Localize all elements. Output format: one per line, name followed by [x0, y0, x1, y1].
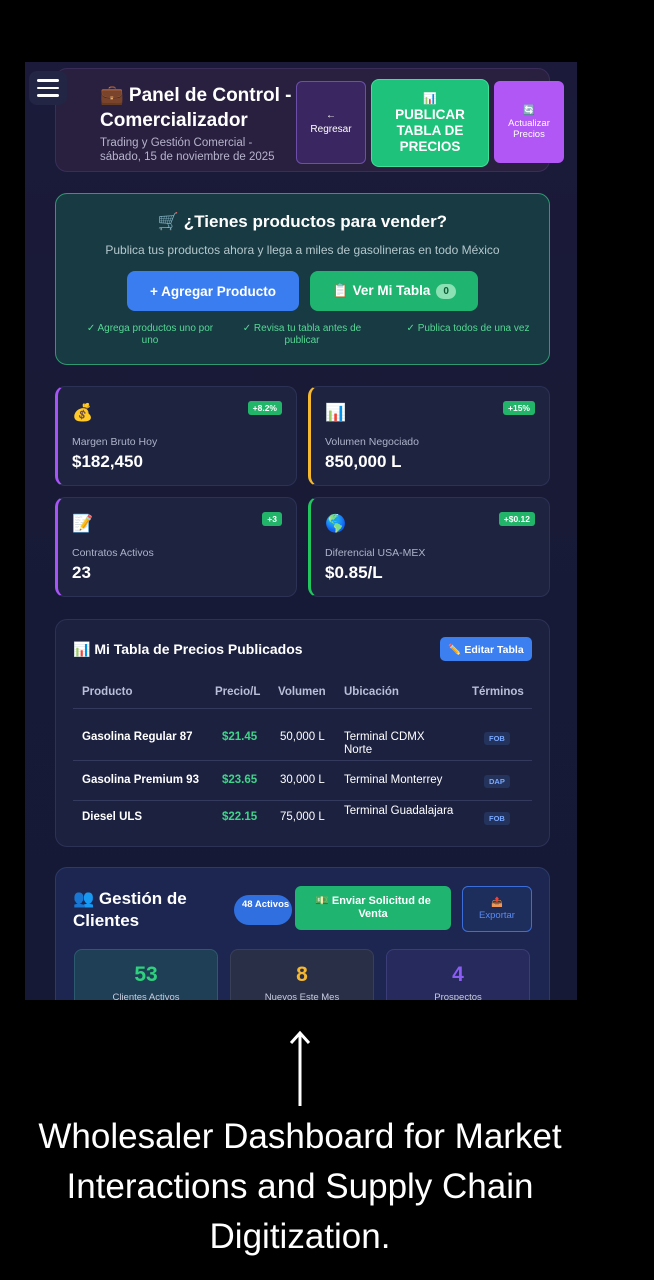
- header-card: 💼 Panel de Control - Comercializador Tra…: [55, 68, 564, 172]
- stat-card-margin: 💰 +8.2% Margen Bruto Hoy $182,450: [55, 386, 297, 486]
- col-header-location: Ubicación: [344, 686, 399, 698]
- client-metric: 53 Clientes Activos: [74, 949, 218, 1000]
- cell-volume: 50,000 L: [280, 731, 325, 743]
- metric-value: 53: [134, 963, 158, 986]
- stat-label: Contratos Activos: [72, 547, 154, 559]
- export-button[interactable]: 📤 Exportar: [462, 886, 532, 932]
- stat-card-volume: 📊 +15% Volumen Negociado 850,000 L: [308, 386, 550, 486]
- cell-product: Diesel ULS: [82, 811, 143, 823]
- hamburger-menu-icon[interactable]: [29, 71, 67, 105]
- back-arrow-icon: ←: [326, 110, 336, 121]
- page-title: 💼 Panel de Control - Comercializador: [100, 85, 292, 131]
- export-label: Exportar: [479, 910, 515, 921]
- update-label: Actualizar Precios: [508, 117, 550, 140]
- cell-price: $21.45: [222, 731, 258, 743]
- add-product-button[interactable]: + Agregar Producto: [127, 271, 299, 311]
- stat-card-contracts: 📝 +3 Contratos Activos 23: [55, 497, 297, 597]
- stat-badge: +3: [262, 512, 282, 526]
- caption: Wholesaler Dashboard for Market Interact…: [38, 1117, 562, 1256]
- cell-product: Gasolina Regular 87: [82, 731, 193, 743]
- back-label: Regresar: [310, 124, 352, 135]
- arrow-up-icon: [289, 1030, 311, 1106]
- price-table-card: 📊 Mi Tabla de Precios Publicados ✏️ Edit…: [55, 619, 550, 847]
- cell-terms: DAP: [484, 775, 510, 788]
- edit-table-button[interactable]: ✏️ Editar Tabla: [440, 637, 532, 661]
- chart-icon: 📊: [423, 93, 437, 105]
- cell-product: Gasolina Premium 93: [82, 774, 199, 786]
- memo-icon: 📝: [72, 514, 94, 533]
- stat-value: 23: [72, 563, 91, 582]
- active-clients-badge: 48 Activos: [234, 895, 292, 925]
- metric-label: Prospectos: [434, 992, 482, 1000]
- cell-volume: 75,000 L: [280, 811, 325, 823]
- view-table-label: 📋 Ver Mi Tabla: [332, 283, 431, 298]
- globe-icon: 🌎: [325, 514, 347, 533]
- terms-badge: FOB: [484, 812, 510, 825]
- terms-badge: DAP: [484, 775, 510, 788]
- stat-label: Diferencial USA-MEX: [325, 547, 426, 559]
- view-my-table-button[interactable]: 📋 Ver Mi Tabla 0: [310, 271, 478, 311]
- col-header-volume: Volumen: [278, 686, 326, 698]
- refresh-icon: 🔄: [523, 104, 535, 116]
- bar-chart-icon: 📊: [325, 403, 347, 422]
- stat-value: 850,000 L: [325, 452, 402, 471]
- stat-badge: +15%: [503, 401, 535, 415]
- cell-location: Terminal Guadalajara: [344, 805, 454, 817]
- clients-title: 👥 Gestión de Clientes: [73, 889, 187, 930]
- publish-label: PUBLICAR TABLA DE PRECIOS: [395, 107, 465, 154]
- sell-title: 🛒 ¿Tienes productos para vender?: [157, 212, 448, 231]
- send-label: 💵 Enviar Solicitud de Venta: [315, 895, 431, 920]
- publish-price-table-button[interactable]: 📊 PUBLICAR TABLA DE PRECIOS: [371, 79, 489, 167]
- tip-review: ✓ Revisa tu tabla antes de publicar: [242, 323, 362, 346]
- metric-label: Clientes Activos: [112, 992, 180, 1000]
- sell-subtitle: Publica tus productos ahora y llega a mi…: [105, 243, 500, 257]
- page-subtitle: Trading y Gestión Comercial - sábado, 15…: [100, 137, 275, 163]
- stat-badge: +8.2%: [247, 401, 282, 415]
- terms-badge: FOB: [484, 732, 510, 745]
- export-icon: 📤: [491, 897, 503, 908]
- cell-volume: 30,000 L: [280, 774, 325, 786]
- metric-value: 4: [452, 963, 464, 986]
- clients-card: 👥 Gestión de Clientes 48 Activos 💵 Enviar …: [55, 867, 550, 1000]
- price-table-title: 📊 Mi Tabla de Precios Publicados: [73, 641, 303, 657]
- stat-badge: +$0.12: [498, 512, 535, 526]
- sell-products-card: 🛒 ¿Tienes productos para vender? Publica…: [55, 193, 550, 365]
- cell-price: $22.15: [222, 811, 258, 823]
- stat-label: Volumen Negociado: [325, 436, 419, 448]
- stat-card-differential: 🌎 +$0.12 Diferencial USA-MEX $0.85/L: [308, 497, 550, 597]
- cell-terms: FOB: [484, 732, 510, 745]
- cell-price: $23.65: [222, 774, 258, 786]
- tip-add: ✓ Agrega productos uno por uno: [86, 323, 214, 346]
- col-header-product: Producto: [82, 686, 133, 698]
- cell-location: Terminal Monterrey: [344, 774, 443, 786]
- client-metric: 8 Nuevos Este Mes: [230, 949, 374, 1000]
- cell-location: Terminal CDMX Norte: [344, 731, 425, 756]
- table-count-badge: 0: [436, 283, 456, 299]
- app-screen: 💼 Panel de Control - Comercializador Tra…: [25, 62, 577, 1000]
- col-header-terms: Términos: [472, 686, 524, 698]
- update-prices-button[interactable]: 🔄 Actualizar Precios: [494, 81, 564, 163]
- stat-value: $0.85/L: [325, 563, 383, 582]
- cell-terms: FOB: [484, 812, 510, 825]
- col-header-price: Precio/L: [215, 686, 261, 698]
- client-metric: 4 Prospectos: [386, 949, 530, 1000]
- metric-label: Nuevos Este Mes: [264, 992, 340, 1000]
- metric-value: 8: [296, 963, 308, 986]
- money-bag-icon: 💰: [72, 403, 94, 422]
- back-button[interactable]: ← Regresar: [296, 81, 366, 164]
- stat-label: Margen Bruto Hoy: [72, 436, 158, 448]
- send-sale-request-button[interactable]: 💵 Enviar Solicitud de Venta: [295, 886, 451, 930]
- tip-publish: ✓ Publica todos de una vez: [406, 323, 530, 334]
- stat-value: $182,450: [72, 452, 143, 471]
